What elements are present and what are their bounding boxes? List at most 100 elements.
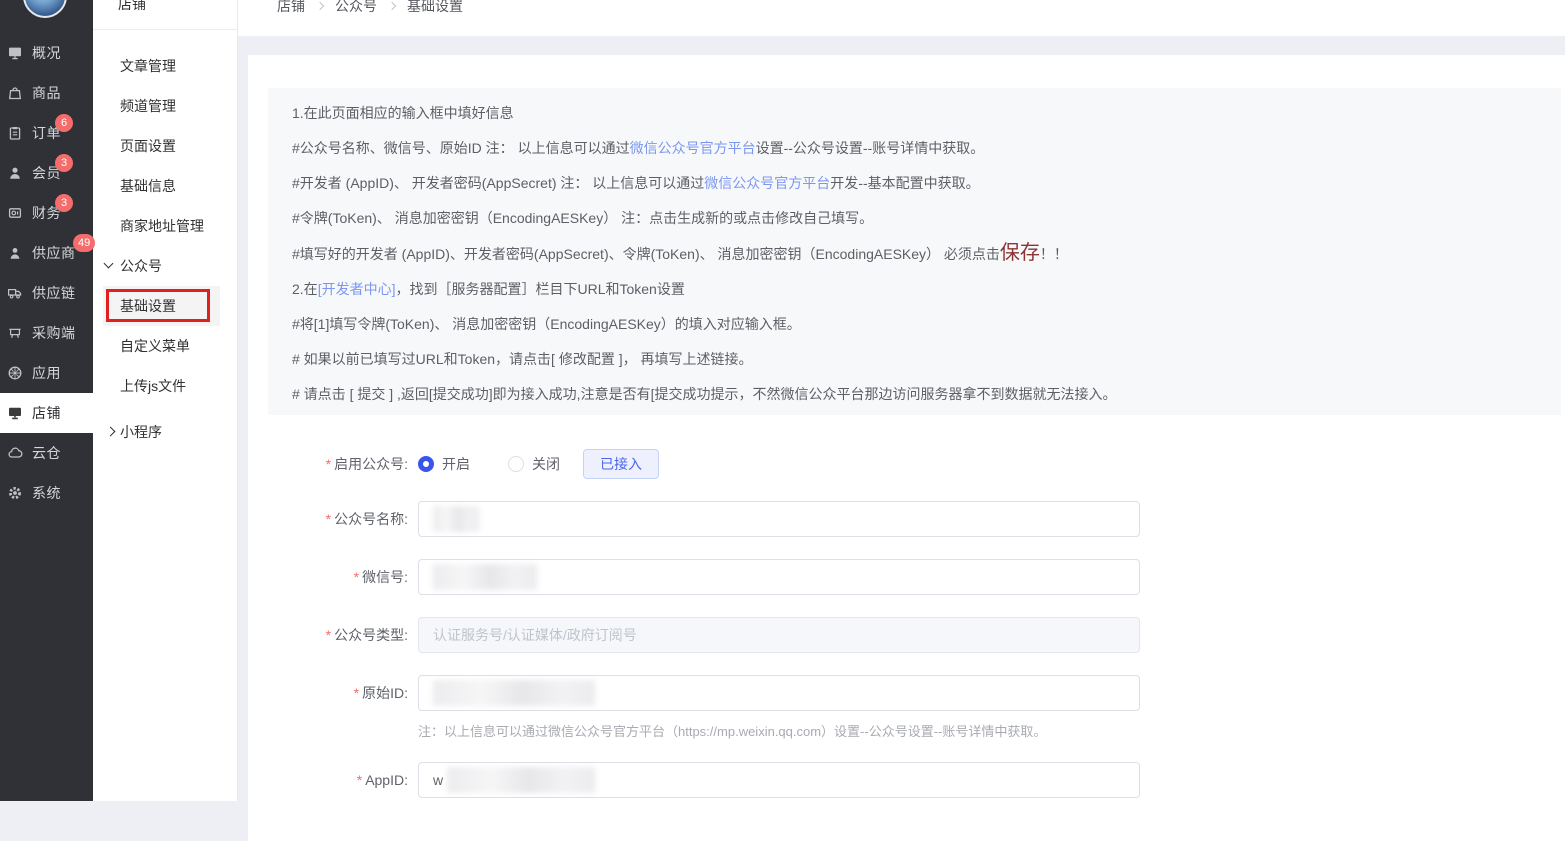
breadcrumb-item-basic-settings: 基础设置 xyxy=(407,0,463,16)
instruction-box: 1.在此页面相应的输入框中填好信息 #公众号名称、微信号、原始ID 注： 以上信… xyxy=(268,88,1561,415)
shop-icon xyxy=(7,405,23,421)
sidebar-item-suppliers[interactable]: 供应商 49 xyxy=(0,233,93,273)
breadcrumb-item-shop[interactable]: 店铺 xyxy=(277,0,305,16)
submenu-item-custom-menu[interactable]: 自定义菜单 xyxy=(93,326,237,366)
sidebar-item-orders[interactable]: 订单 6 xyxy=(0,113,93,153)
radio-enable-off[interactable] xyxy=(508,456,524,472)
sidebar-item-label: 概况 xyxy=(32,43,61,63)
procurement-icon xyxy=(7,325,23,341)
account-name-label: *公众号名称: xyxy=(248,509,408,529)
breadcrumb: 店铺 公众号 基础设置 xyxy=(277,0,463,16)
submenu-group-official-account[interactable]: 公众号 xyxy=(93,246,237,286)
sidebar-item-label: 商品 xyxy=(32,83,61,103)
sidebar-item-label: 云仓 xyxy=(32,443,61,463)
breadcrumb-separator-icon xyxy=(316,2,324,10)
breadcrumb-item-official-account[interactable]: 公众号 xyxy=(335,0,377,16)
orders-badge: 6 xyxy=(55,114,73,132)
wechat-id-label: *微信号: xyxy=(248,567,408,587)
supply-chain-icon xyxy=(7,285,23,301)
shop-avatar[interactable] xyxy=(23,0,67,18)
account-type-label: *公众号类型: xyxy=(248,625,408,645)
supplier-icon xyxy=(7,245,23,261)
enable-label: *启用公众号: xyxy=(248,454,408,474)
sidebar-item-overview[interactable]: 概况 xyxy=(0,33,93,73)
apps-icon xyxy=(7,365,23,381)
submenu-item-upload-js[interactable]: 上传js文件 xyxy=(93,366,237,406)
cloud-icon xyxy=(7,445,23,461)
secondary-sidebar-title: 店铺 xyxy=(93,0,237,30)
developer-center-link[interactable]: [开发者中心] xyxy=(318,281,396,297)
instruction-line: #开发者 (AppID)、 开发者密码(AppSecret) 注： 以上信息可以… xyxy=(292,172,1541,194)
instruction-line: # 请点击 [ 提交 ] ,返回[提交成功]即为接入成功,注意是否有[提交成功提… xyxy=(292,383,1541,405)
sidebar-item-label: 供应链 xyxy=(32,283,76,303)
orders-icon xyxy=(7,125,23,141)
account-type-row: *公众号类型: xyxy=(248,617,1565,653)
connected-status-button[interactable]: 已接入 xyxy=(583,449,659,479)
secondary-nav: 文章管理 频道管理 页面设置 基础信息 商家地址管理 公众号 基础设置 自定义菜… xyxy=(93,46,237,452)
account-name-row: *公众号名称: xyxy=(248,501,1565,537)
radio-off-label[interactable]: 关闭 xyxy=(532,454,560,474)
secondary-sidebar: 店铺 文章管理 频道管理 页面设置 基础信息 商家地址管理 公众号 基础设置 自… xyxy=(93,0,238,801)
radio-enable-on[interactable] xyxy=(418,456,434,472)
chevron-down-icon xyxy=(104,259,114,269)
official-platform-link[interactable]: 微信公众号官方平台 xyxy=(630,140,756,156)
appid-visible-prefix: w xyxy=(433,772,443,788)
radio-on-label[interactable]: 开启 xyxy=(442,454,470,474)
chevron-right-icon xyxy=(106,427,116,437)
sidebar-item-label: 采购端 xyxy=(32,323,76,343)
instruction-line: 1.在此页面相应的输入框中填好信息 xyxy=(292,102,1541,124)
instruction-line: #公众号名称、微信号、原始ID 注： 以上信息可以通过微信公众号官方平台设置--… xyxy=(292,137,1541,159)
goods-icon xyxy=(7,85,23,101)
account-type-input[interactable] xyxy=(418,617,1140,653)
breadcrumb-separator-icon xyxy=(388,2,396,10)
sidebar-item-system[interactable]: 系统 xyxy=(0,473,93,513)
redacted-value xyxy=(433,680,595,706)
sidebar-item-procurement[interactable]: 采购端 xyxy=(0,313,93,353)
instruction-line: 2.在[开发者中心]，找到［服务器配置］栏目下URL和Token设置 xyxy=(292,278,1541,300)
submenu-item-basic-settings[interactable]: 基础设置 xyxy=(93,286,237,326)
sidebar-item-goods[interactable]: 商品 xyxy=(0,73,93,113)
wechat-id-row: *微信号: xyxy=(248,559,1565,595)
official-account-form: *启用公众号: 开启 关闭 已接入 *公众号名称: xyxy=(248,449,1565,798)
redacted-value xyxy=(433,506,479,532)
appid-row: *AppID: w xyxy=(248,762,1565,798)
submenu-item-channel-management[interactable]: 频道管理 xyxy=(93,86,237,126)
main-content: 店铺 公众号 基础设置 1.在此页面相应的输入框中填好信息 #公众号名称、微信号… xyxy=(238,0,1565,801)
sidebar-item-label: 供应商 xyxy=(32,243,76,263)
dashboard-icon xyxy=(7,45,23,61)
sidebar-item-label: 应用 xyxy=(32,363,61,383)
sidebar-item-label: 系统 xyxy=(32,483,61,503)
sidebar-item-supply-chain[interactable]: 供应链 xyxy=(0,273,93,313)
sidebar-item-members[interactable]: 会员 3 xyxy=(0,153,93,193)
submenu-item-page-settings[interactable]: 页面设置 xyxy=(93,126,237,166)
primary-sidebar: 概况 商品 订单 6 会员 3 财务 3 xyxy=(0,0,93,801)
members-badge: 3 xyxy=(55,154,73,172)
sidebar-item-cloud-warehouse[interactable]: 云仓 xyxy=(0,433,93,473)
official-platform-link[interactable]: 微信公众号官方平台 xyxy=(704,175,830,191)
instruction-line: #令牌(ToKen)、 消息加密密钥（EncodingAESKey） 注：点击生… xyxy=(292,207,1541,229)
finance-badge: 3 xyxy=(55,194,73,212)
sidebar-item-apps[interactable]: 应用 xyxy=(0,353,93,393)
original-id-label: *原始ID: xyxy=(248,683,408,703)
submenu-item-basic-info[interactable]: 基础信息 xyxy=(93,166,237,206)
account-name-input[interactable] xyxy=(418,501,1140,537)
finance-icon xyxy=(7,205,23,221)
enable-row: *启用公众号: 开启 关闭 已接入 xyxy=(248,449,1565,479)
instruction-line: #填写好的开发者 (AppID)、开发者密码(AppSecret)、令牌(ToK… xyxy=(292,242,1541,265)
wechat-id-input[interactable] xyxy=(418,559,1140,595)
original-id-row: *原始ID: xyxy=(248,675,1565,711)
breadcrumb-bar: 店铺 公众号 基础设置 xyxy=(238,0,1565,36)
system-icon xyxy=(7,485,23,501)
instruction-line: #将[1]填写令牌(ToKen)、 消息加密密钥（EncodingAESKey）… xyxy=(292,313,1541,335)
original-id-note: 注：以上信息可以通过微信公众号官方平台（https://mp.weixin.qq… xyxy=(418,721,1565,740)
original-id-input[interactable] xyxy=(418,675,1140,711)
redacted-value xyxy=(447,767,595,793)
submenu-item-article-management[interactable]: 文章管理 xyxy=(93,46,237,86)
submenu-group-mini-program[interactable]: 小程序 xyxy=(93,412,237,452)
appid-input[interactable]: w xyxy=(418,762,1140,798)
submenu-item-merchant-address[interactable]: 商家地址管理 xyxy=(93,206,237,246)
sidebar-item-finance[interactable]: 财务 3 xyxy=(0,193,93,233)
settings-panel: 1.在此页面相应的输入框中填好信息 #公众号名称、微信号、原始ID 注： 以上信… xyxy=(248,55,1565,841)
sidebar-item-shop[interactable]: 店铺 xyxy=(0,393,93,433)
sidebar-item-label: 店铺 xyxy=(32,403,61,423)
